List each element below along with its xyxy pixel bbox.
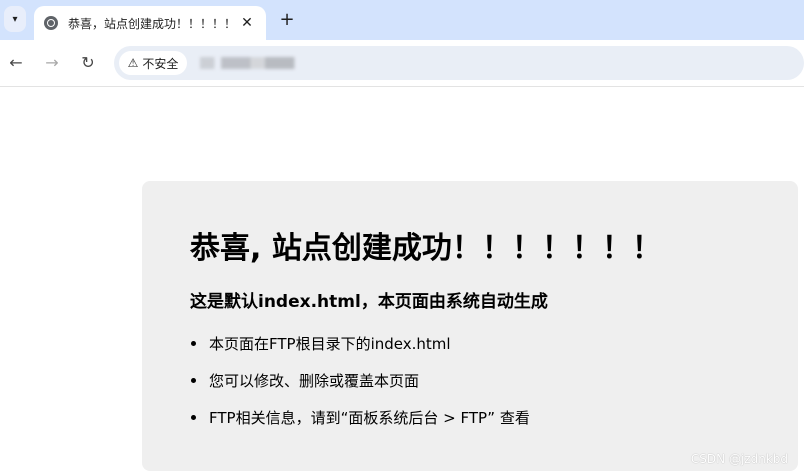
list-item: 您可以修改、删除或覆盖本页面 bbox=[190, 370, 530, 407]
security-indicator[interactable]: ⚠ 不安全 bbox=[119, 51, 187, 75]
warning-icon: ⚠ bbox=[127, 56, 139, 70]
list-item: FTP相关信息，请到“面板系统后台 > FTP” 查看 bbox=[190, 407, 530, 444]
address-bar[interactable]: ⚠ 不安全 bbox=[114, 46, 804, 80]
page-subtitle: 这是默认index.html，本页面由系统自动生成 bbox=[190, 292, 548, 312]
info-list: 本页面在FTP根目录下的index.html 您可以修改、删除或覆盖本页面 FT… bbox=[190, 333, 530, 444]
reload-icon[interactable]: ↻ bbox=[77, 52, 99, 74]
close-icon[interactable]: ✕ bbox=[238, 15, 256, 31]
tab-title: 恭喜，站点创建成功！！！！！ bbox=[68, 16, 237, 31]
globe-icon bbox=[44, 16, 58, 30]
tab-search-button[interactable]: ▾ bbox=[4, 6, 26, 32]
forward-arrow-icon[interactable]: → bbox=[41, 52, 63, 74]
chevron-down-icon: ▾ bbox=[12, 13, 18, 25]
new-tab-button[interactable]: + bbox=[276, 9, 298, 31]
tab-strip: ▾ 恭喜，站点创建成功！！！！！ ✕ + bbox=[0, 0, 804, 40]
browser-tab[interactable]: 恭喜，站点创建成功！！！！！ ✕ bbox=[34, 6, 266, 40]
page-title: 恭喜, 站点创建成功！！！！！！！ bbox=[190, 231, 662, 266]
back-arrow-icon[interactable]: ← bbox=[5, 52, 27, 74]
watermark: CSDN @jzdnkbd bbox=[690, 452, 788, 466]
url-text-blurred[interactable] bbox=[200, 57, 305, 69]
content-box: 恭喜, 站点创建成功！！！！！！！ 这是默认index.html，本页面由系统自… bbox=[142, 181, 798, 471]
security-label: 不安全 bbox=[142, 56, 179, 71]
list-item: 本页面在FTP根目录下的index.html bbox=[190, 333, 530, 370]
browser-toolbar: ← → ↻ ⚠ 不安全 bbox=[0, 40, 804, 87]
